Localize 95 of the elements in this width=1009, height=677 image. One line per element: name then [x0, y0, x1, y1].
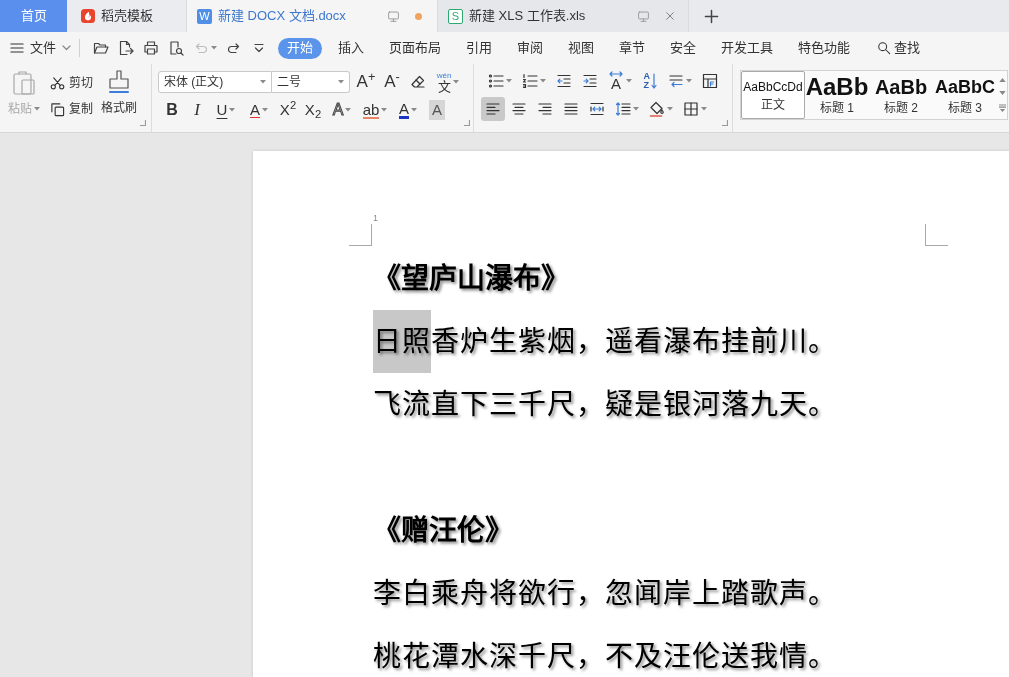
line-spacing-icon: [615, 101, 631, 117]
ribbon-tab[interactable]: 页面布局: [380, 37, 450, 59]
sort-button[interactable]: AZ: [638, 69, 662, 93]
app-logo: W: [197, 8, 212, 24]
align-center-icon: [511, 101, 527, 117]
monitor-icon: [637, 9, 650, 23]
style-preview: AaBb: [874, 75, 928, 100]
ribbon-tab[interactable]: 章节: [610, 37, 654, 59]
dialog-launcher-icon: [140, 120, 146, 126]
text-direction-button[interactable]: A: [604, 69, 636, 93]
pinyin-button[interactable]: wén 文: [432, 70, 464, 94]
poem-line: 日照香炉生紫烟，遥看瀑布挂前川。: [373, 310, 837, 373]
font-family-select[interactable]: 宋体 (正文): [158, 71, 272, 93]
shrink-font-button[interactable]: A$^{-}$: [380, 70, 404, 94]
style-preview: AaBb: [805, 74, 869, 100]
dialog-launcher-icon: [722, 120, 728, 126]
highlight-button[interactable]: ab: [359, 98, 391, 122]
font-color-button[interactable]: A: [392, 98, 424, 122]
ribbon-tab[interactable]: 安全: [661, 37, 705, 59]
double-arrow-icon: [608, 71, 624, 77]
align-left-button[interactable]: [481, 97, 505, 121]
bullet-list-icon: [488, 73, 504, 89]
crop-mark: [349, 224, 372, 246]
ribbon-tab[interactable]: 特色功能: [789, 37, 859, 59]
copy-icon: [50, 101, 65, 117]
align-right-icon: [537, 101, 553, 117]
tab[interactable]: S 新建 XLS 工作表.xls: [438, 0, 689, 32]
ribbon-tab[interactable]: 视图: [559, 37, 603, 59]
table-icon: [702, 73, 718, 89]
down-arrow-icon: [650, 73, 657, 89]
chevron-icon: [62, 45, 71, 51]
print-preview-icon: [167, 40, 184, 56]
paint-bucket-icon: [649, 101, 665, 117]
copy-button[interactable]: 复制: [50, 100, 93, 118]
find-button[interactable]: 查找: [877, 38, 920, 58]
poem-line: 桃花潭水深千尺，不及汪伦送我情。: [373, 639, 837, 675]
align-left-icon: [485, 101, 501, 117]
ribbon-tab[interactable]: 开发工具: [712, 37, 782, 59]
monitor-icon: [387, 9, 400, 23]
numbered-list-icon: [522, 73, 538, 89]
text-effect-button[interactable]: A: [326, 98, 358, 122]
format-painter-button[interactable]: 格式刷: [100, 69, 138, 121]
page-number: 1: [373, 213, 378, 224]
folder-icon: [92, 40, 109, 56]
document-arrow-icon: [117, 40, 134, 56]
border-grid-icon: [683, 101, 699, 117]
lines-arrow-icon: [668, 73, 684, 89]
cut-button[interactable]: 剪切: [50, 74, 93, 92]
style-preview: AaBbC: [935, 76, 995, 99]
italic-button[interactable]: I: [185, 98, 209, 122]
paintbrush-icon: [106, 69, 132, 96]
poem-title: 《望庐山瀑布》: [373, 261, 569, 297]
printer-icon: [142, 40, 159, 56]
font-size-select[interactable]: 二号: [272, 71, 350, 93]
ribbon-tab[interactable]: 审阅: [508, 37, 552, 59]
search-icon: [877, 41, 891, 55]
plus-icon: [704, 8, 719, 24]
app-logo: S: [448, 8, 463, 24]
grow-font-button[interactable]: A$^{+}$: [354, 70, 378, 94]
style-preview: AaBbCcDd: [743, 79, 803, 96]
subscript-button[interactable]: X$_{2}$: [301, 98, 325, 122]
style-option[interactable]: AaBb 标题 1: [805, 71, 869, 119]
dialog-launcher-icon: [464, 120, 470, 126]
indent-icon: [582, 73, 598, 89]
flame-logo-icon: [81, 9, 95, 23]
clipboard-icon: [10, 69, 38, 97]
caret-icon: [338, 80, 344, 84]
scissors-icon: [50, 75, 65, 91]
bold-button[interactable]: B: [160, 98, 184, 122]
crop-mark: [925, 224, 948, 246]
eraser-icon: [410, 74, 426, 90]
outdent-icon: [556, 73, 572, 89]
ribbon-tab[interactable]: 引用: [457, 37, 501, 59]
ribbon-tab[interactable]: 插入: [329, 37, 373, 59]
caret-icon: [34, 107, 40, 111]
tab[interactable]: W 新建 DOCX 文档.docx: [187, 0, 438, 32]
file-menu-button[interactable]: 文件: [10, 36, 71, 60]
new-tab-button[interactable]: [704, 8, 719, 24]
poem-line: 李白乘舟将欲行，忽闻岸上踏歌声。: [373, 576, 837, 612]
strikethrough-button[interactable]: A: [243, 98, 275, 122]
scroll-up-icon: [998, 78, 1006, 83]
poem-title: 《赠汪伦》: [373, 513, 513, 549]
close-icon[interactable]: [664, 10, 676, 22]
justify-icon: [563, 101, 579, 117]
more-styles-icon: [998, 103, 1006, 112]
underline-button[interactable]: U: [210, 98, 242, 122]
poem-line: 飞流直下三千尺，疑是银河落九天。: [373, 387, 837, 423]
style-option[interactable]: AaBbCcDd 正文: [741, 71, 805, 119]
scroll-down-icon: [998, 91, 1006, 95]
style-option[interactable]: AaBb 标题 2: [869, 71, 933, 119]
distribute-icon: [589, 101, 605, 117]
caret-icon: [260, 80, 266, 84]
superscript-button[interactable]: X$^{2}$: [276, 98, 300, 122]
style-option[interactable]: AaBbC 标题 3: [933, 71, 997, 119]
menu-icon: [10, 41, 24, 55]
